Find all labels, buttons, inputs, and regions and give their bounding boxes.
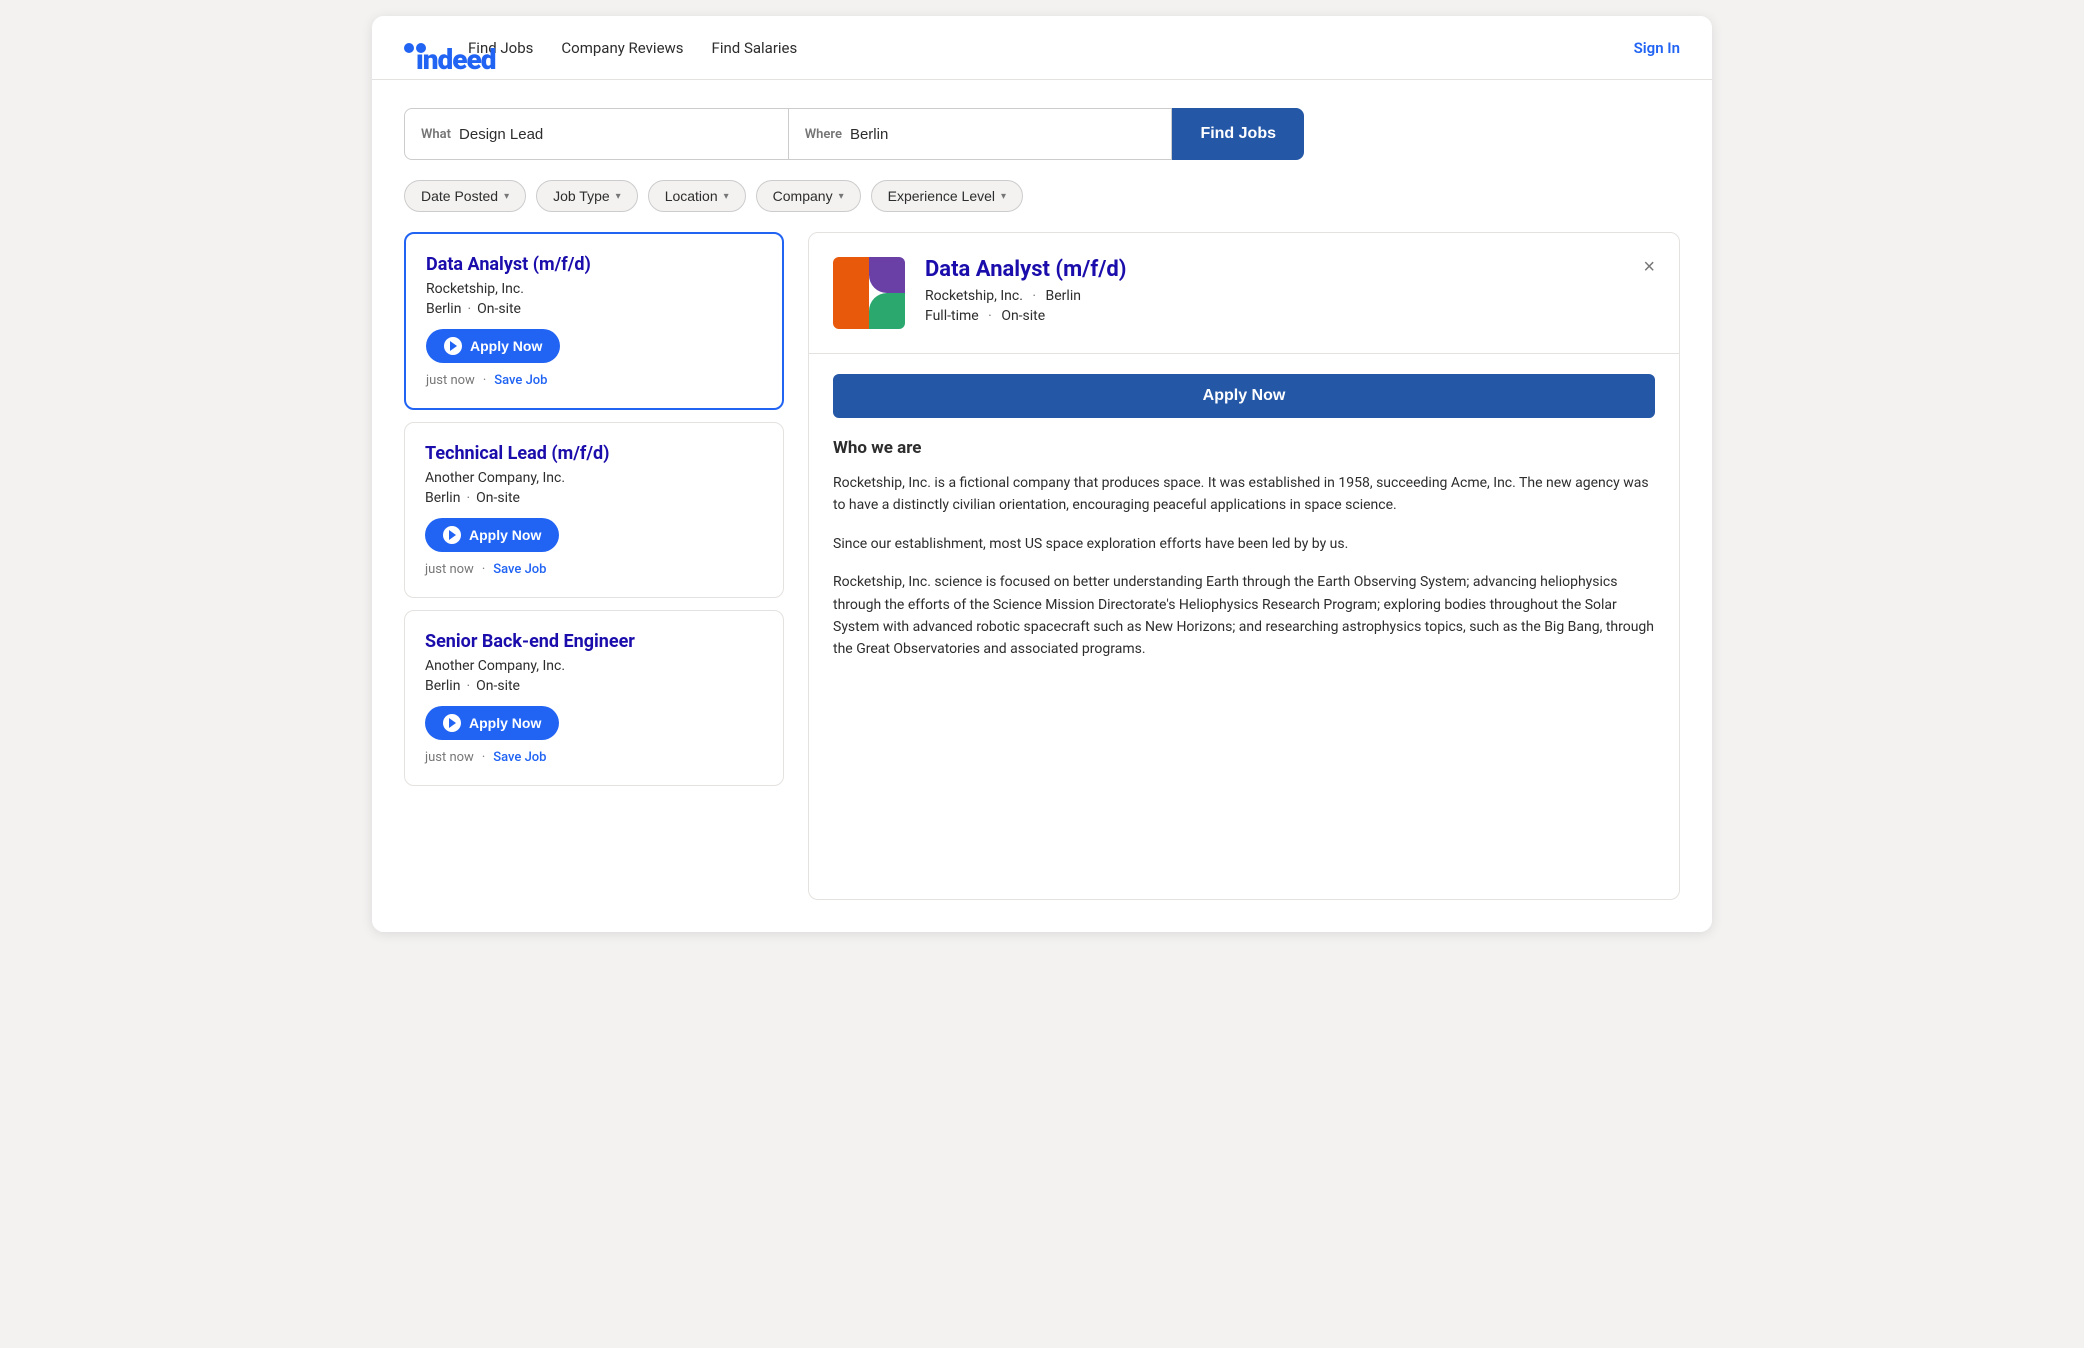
where-input[interactable] (850, 126, 1156, 143)
job-detail-company-location: Rocketship, Inc. · Berlin (925, 288, 1623, 304)
chevron-down-icon: ▾ (839, 191, 844, 202)
what-label: What (421, 127, 451, 142)
logo-dot (404, 43, 414, 53)
apply-arrow-icon-3 (443, 714, 461, 732)
play-icon-2 (449, 530, 456, 540)
job-company-3: Another Company, Inc. (425, 658, 763, 674)
save-job-link-1[interactable]: Save Job (494, 373, 547, 388)
logo-text: indeed (416, 43, 426, 53)
where-label: Where (805, 127, 842, 142)
filter-date-posted-label: Date Posted (421, 188, 498, 204)
search-row: What Where Find Jobs (404, 108, 1304, 160)
job-company-1: Rocketship, Inc. (426, 281, 762, 297)
job-detail-title: Data Analyst (m/f/d) (925, 257, 1623, 282)
play-icon-1 (450, 341, 457, 351)
logo-right-section (869, 257, 905, 329)
apply-label-3: Apply Now (469, 715, 541, 731)
job-location-2: Berlin·On-site (425, 490, 763, 506)
chevron-down-icon: ▾ (616, 191, 621, 202)
filter-job-type-label: Job Type (553, 188, 610, 204)
filter-row: Date Posted ▾ Job Type ▾ Location ▾ Comp… (372, 180, 1712, 232)
chevron-down-icon: ▾ (1001, 191, 1006, 202)
job-title-3: Senior Back-end Engineer (425, 631, 763, 652)
apply-button-1[interactable]: Apply Now (426, 329, 560, 363)
dot-separator-2: · (482, 562, 485, 577)
posted-time-2: just now (425, 562, 474, 577)
job-detail-type-worktype: Full-time · On-site (925, 308, 1623, 324)
what-input[interactable] (459, 126, 772, 143)
nav-company-reviews[interactable]: Company Reviews (561, 39, 683, 57)
what-search-box: What (404, 108, 789, 160)
save-job-link-3[interactable]: Save Job (493, 750, 546, 765)
job-footer-3: just now · Save Job (425, 750, 763, 765)
job-title-1: Data Analyst (m/f/d) (426, 254, 762, 275)
job-list: Data Analyst (m/f/d) Rocketship, Inc. Be… (404, 232, 784, 900)
apply-button-2[interactable]: Apply Now (425, 518, 559, 552)
job-card-3[interactable]: Senior Back-end Engineer Another Company… (404, 610, 784, 786)
dot-separator-3: · (482, 750, 485, 765)
job-location-3: Berlin·On-site (425, 678, 763, 694)
filter-date-posted[interactable]: Date Posted ▾ (404, 180, 526, 212)
find-jobs-button[interactable]: Find Jobs (1172, 108, 1304, 160)
apply-arrow-icon-2 (443, 526, 461, 544)
job-card-1[interactable]: Data Analyst (m/f/d) Rocketship, Inc. Be… (404, 232, 784, 410)
job-footer-1: just now · Save Job (426, 373, 762, 388)
search-section: What Where Find Jobs (372, 80, 1712, 180)
play-icon-3 (449, 718, 456, 728)
job-detail-info: Data Analyst (m/f/d) Rocketship, Inc. · … (925, 257, 1623, 328)
apply-now-large-button[interactable]: Apply Now (833, 374, 1655, 418)
dot-separator-1: · (483, 373, 486, 388)
posted-time-3: just now (425, 750, 474, 765)
sign-in-button[interactable]: Sign In (1634, 39, 1680, 57)
apply-label-1: Apply Now (470, 338, 542, 354)
nav-find-salaries[interactable]: Find Salaries (712, 39, 798, 57)
main-content: Data Analyst (m/f/d) Rocketship, Inc. Be… (372, 232, 1712, 932)
where-search-box: Where (789, 108, 1173, 160)
description-paragraph-1: Rocketship, Inc. is a fictional company … (833, 472, 1655, 517)
filter-job-type[interactable]: Job Type ▾ (536, 180, 638, 212)
who-we-are-heading: Who we are (833, 438, 1655, 458)
company-logo (833, 257, 905, 329)
save-job-link-2[interactable]: Save Job (493, 562, 546, 577)
job-card-2[interactable]: Technical Lead (m/f/d) Another Company, … (404, 422, 784, 598)
job-footer-2: just now · Save Job (425, 562, 763, 577)
chevron-down-icon: ▾ (504, 191, 509, 202)
apply-arrow-icon-1 (444, 337, 462, 355)
job-location-1: Berlin·On-site (426, 301, 762, 317)
indeed-logo[interactable]: indeed (404, 31, 428, 64)
job-detail-panel: Data Analyst (m/f/d) Rocketship, Inc. · … (808, 232, 1680, 900)
filter-experience-level[interactable]: Experience Level ▾ (871, 180, 1023, 212)
job-detail-body: Who we are Rocketship, Inc. is a fiction… (809, 438, 1679, 701)
filter-company[interactable]: Company ▾ (756, 180, 861, 212)
logo-green-shape (869, 293, 905, 329)
close-button[interactable]: × (1643, 257, 1655, 277)
apply-button-3[interactable]: Apply Now (425, 706, 559, 740)
description-paragraph-3: Rocketship, Inc. science is focused on b… (833, 571, 1655, 661)
description-paragraph-2: Since our establishment, most US space e… (833, 533, 1655, 555)
job-detail-header: Data Analyst (m/f/d) Rocketship, Inc. · … (809, 233, 1679, 354)
apply-label-2: Apply Now (469, 527, 541, 543)
filter-location-label: Location (665, 188, 718, 204)
job-title-2: Technical Lead (m/f/d) (425, 443, 763, 464)
logo-purple-shape (869, 257, 905, 293)
nav-links: Find Jobs Company Reviews Find Salaries (468, 39, 1634, 57)
navbar: indeed Find Jobs Company Reviews Find Sa… (372, 16, 1712, 80)
posted-time-1: just now (426, 373, 475, 388)
logo-orange-bar (833, 257, 869, 329)
job-company-2: Another Company, Inc. (425, 470, 763, 486)
filter-experience-level-label: Experience Level (888, 188, 995, 204)
filter-location[interactable]: Location ▾ (648, 180, 746, 212)
filter-company-label: Company (773, 188, 833, 204)
chevron-down-icon: ▾ (724, 191, 729, 202)
